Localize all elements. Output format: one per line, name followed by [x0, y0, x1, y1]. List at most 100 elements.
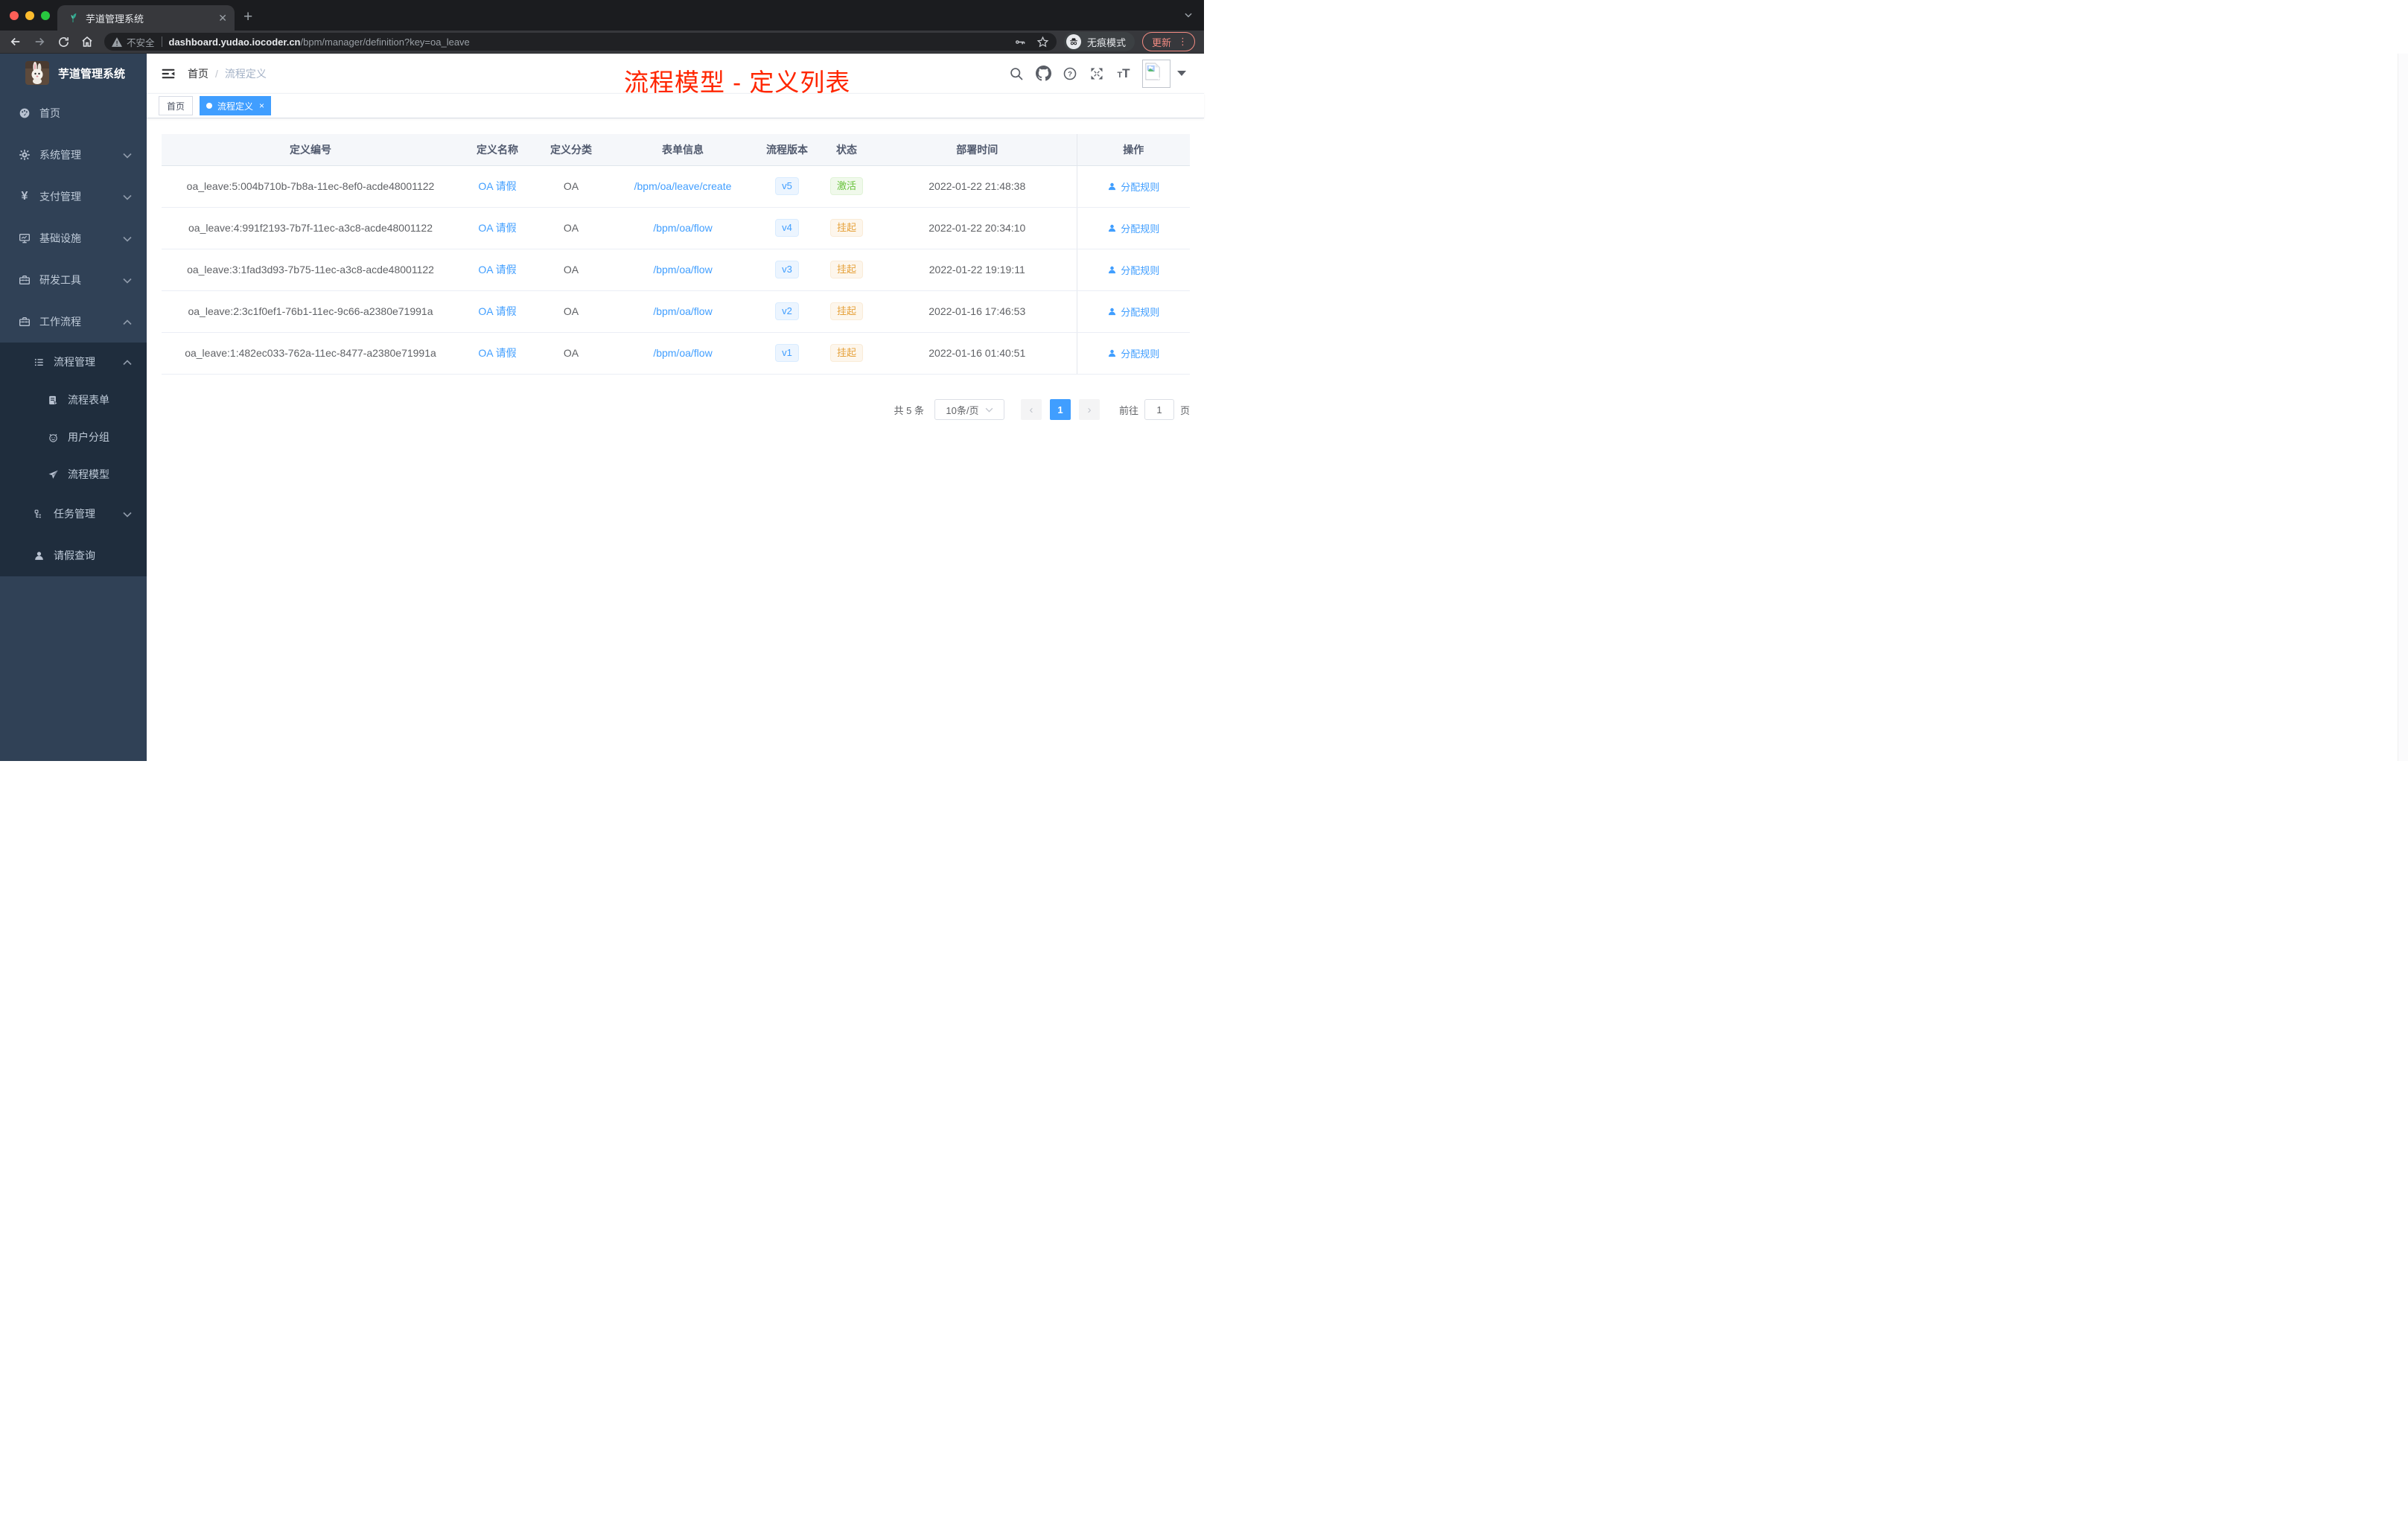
form-link[interactable]: /bpm/oa/flow	[653, 264, 712, 276]
col-deploy-time: 部署时间	[878, 134, 1077, 166]
prev-page-button[interactable]: ‹	[1020, 399, 1042, 420]
window-scrollbar-track[interactable]	[2398, 54, 2408, 761]
definition-name-link[interactable]: OA 请假	[478, 264, 516, 276]
version-badge: v2	[775, 302, 799, 320]
url-bar[interactable]: 不安全 dashboard.yudao.iocoder.cn/bpm/manag…	[104, 33, 1057, 51]
avatar-dropdown-caret-icon[interactable]	[1177, 71, 1186, 76]
sidebar-item-task-management[interactable]: 任务管理	[0, 493, 147, 535]
monitor-chart-icon	[19, 232, 31, 244]
chevron-down-icon	[123, 236, 132, 242]
deploy-time: 2022-01-16 01:40:51	[878, 332, 1077, 375]
form-link[interactable]: /bpm/oa/flow	[653, 305, 712, 317]
assign-rule-button[interactable]: 分配规则	[1107, 221, 1159, 235]
col-definition-name: 定义名称	[459, 134, 535, 166]
search-icon[interactable]	[1008, 66, 1025, 82]
list-icon	[33, 356, 45, 368]
next-page-button[interactable]: ›	[1078, 399, 1100, 420]
definition-id: oa_leave:1:482ec033-762a-11ec-8477-a2380…	[162, 332, 459, 375]
sidebar-item-payment[interactable]: ¥ 支付管理	[0, 176, 147, 217]
password-key-icon[interactable]	[1013, 36, 1026, 48]
incognito-icon	[1066, 34, 1081, 49]
sidebar-item-user-group[interactable]: 用户分组	[0, 418, 147, 456]
current-page-button[interactable]: 1	[1049, 399, 1071, 420]
sidebar-item-process-form[interactable]: 流程表单	[0, 381, 147, 418]
page-unit-label: 页	[1179, 404, 1190, 416]
window-zoom-button[interactable]	[41, 11, 50, 20]
back-button[interactable]	[7, 34, 24, 50]
svg-text:?: ?	[1068, 70, 1072, 78]
briefcase-icon	[19, 316, 31, 328]
browser-menu-kebab-icon[interactable]: ⋮	[1178, 36, 1188, 46]
main-area: 首页 / 流程定义 流程模型 - 定义列表 ? TT 首页 流程定义 × 定义编…	[147, 54, 1204, 761]
tab-close-icon[interactable]: ✕	[218, 12, 227, 25]
definition-table: 定义编号 定义名称 定义分类 表单信息 流程版本 状态 部署时间 操作 oa_l…	[162, 134, 1190, 375]
window-minimize-button[interactable]	[25, 11, 34, 20]
status-badge: 挂起	[829, 261, 863, 278]
assign-rule-button[interactable]: 分配规则	[1107, 263, 1159, 277]
help-icon[interactable]: ?	[1062, 66, 1078, 82]
form-edit-icon	[47, 394, 59, 406]
definition-category: OA	[535, 207, 607, 249]
definition-category: OA	[535, 290, 607, 333]
sidebar-item-leave-query[interactable]: 请假查询	[0, 535, 147, 576]
status-badge: 挂起	[829, 219, 863, 237]
forward-button[interactable]	[31, 34, 48, 50]
definition-id: oa_leave:4:991f2193-7b7f-11ec-a3c8-acde4…	[162, 207, 459, 249]
breadcrumb-home[interactable]: 首页	[188, 66, 208, 81]
sidebar-item-home[interactable]: 首页	[0, 92, 147, 134]
url-host: dashboard.yudao.iocoder.cn	[168, 36, 301, 48]
chevron-down-icon	[123, 278, 132, 284]
assign-rule-button[interactable]: 分配规则	[1107, 179, 1159, 194]
col-definition-id: 定义编号	[162, 134, 459, 166]
form-link[interactable]: /bpm/oa/leave/create	[634, 180, 732, 192]
reload-button[interactable]	[55, 34, 71, 50]
definition-name-link[interactable]: OA 请假	[478, 222, 516, 234]
col-definition-category: 定义分类	[535, 134, 607, 166]
form-link[interactable]: /bpm/oa/flow	[653, 222, 712, 234]
user-icon	[1109, 182, 1116, 190]
tag-process-definition[interactable]: 流程定义 ×	[200, 96, 272, 115]
sidebar-item-workflow[interactable]: 工作流程	[0, 301, 147, 343]
deploy-time: 2022-01-22 21:48:38	[878, 165, 1077, 208]
update-chip[interactable]: 更新 ⋮	[1141, 32, 1195, 51]
tag-close-icon[interactable]: ×	[259, 101, 264, 110]
tag-home[interactable]: 首页	[159, 96, 194, 115]
sidebar-item-process-management[interactable]: 流程管理	[0, 343, 147, 381]
assign-rule-button[interactable]: 分配规则	[1107, 346, 1159, 360]
sidebar-collapse-icon[interactable]	[161, 66, 176, 81]
assign-rule-button[interactable]: 分配规则	[1107, 305, 1159, 319]
user-avatar[interactable]	[1142, 59, 1170, 88]
col-status: 状态	[815, 134, 878, 166]
sidebar-item-dev-tools[interactable]: 研发工具	[0, 259, 147, 301]
font-size-icon[interactable]: TT	[1115, 66, 1132, 82]
table-row: oa_leave:5:004b710b-7b8a-11ec-8ef0-acde4…	[162, 165, 1190, 208]
user-icon	[1109, 224, 1116, 232]
browser-toolbar: 不安全 dashboard.yudao.iocoder.cn/bpm/manag…	[0, 31, 1204, 54]
header-actions: ? TT	[998, 54, 1204, 93]
definition-name-link[interactable]: OA 请假	[478, 305, 516, 317]
sidebar-item-process-model[interactable]: 流程模型	[0, 456, 147, 493]
new-tab-button[interactable]: +	[243, 7, 252, 27]
breadcrumb-separator: /	[215, 67, 218, 80]
github-icon[interactable]	[1035, 66, 1051, 82]
goto-page-input[interactable]	[1144, 399, 1174, 420]
fullscreen-icon[interactable]	[1089, 66, 1105, 82]
form-link[interactable]: /bpm/oa/flow	[653, 347, 712, 359]
workflow-submenu: 流程管理 流程表单 用户分组 流程模型 任务管理 请假查询	[0, 343, 147, 576]
window-close-button[interactable]	[10, 11, 19, 20]
version-badge: v5	[775, 177, 799, 195]
page-size-select[interactable]: 10条/页	[934, 399, 1004, 420]
definition-name-link[interactable]: OA 请假	[478, 180, 516, 192]
home-button[interactable]	[79, 34, 95, 50]
security-status[interactable]: 不安全	[112, 35, 155, 49]
sidebar-logo[interactable]: 芋道管理系统	[0, 54, 147, 92]
sidebar-item-system[interactable]: 系统管理	[0, 134, 147, 176]
chevron-down-icon	[123, 194, 132, 200]
definition-name-link[interactable]: OA 请假	[478, 347, 516, 359]
bookmark-star-icon[interactable]	[1036, 36, 1049, 48]
sidebar-item-infrastructure[interactable]: 基础设施	[0, 217, 147, 259]
browser-tab[interactable]: 芋道管理系统 ✕	[57, 5, 235, 31]
tab-search-chevron-icon[interactable]	[1183, 10, 1194, 20]
definition-category: OA	[535, 165, 607, 208]
chevron-down-icon	[985, 407, 993, 413]
